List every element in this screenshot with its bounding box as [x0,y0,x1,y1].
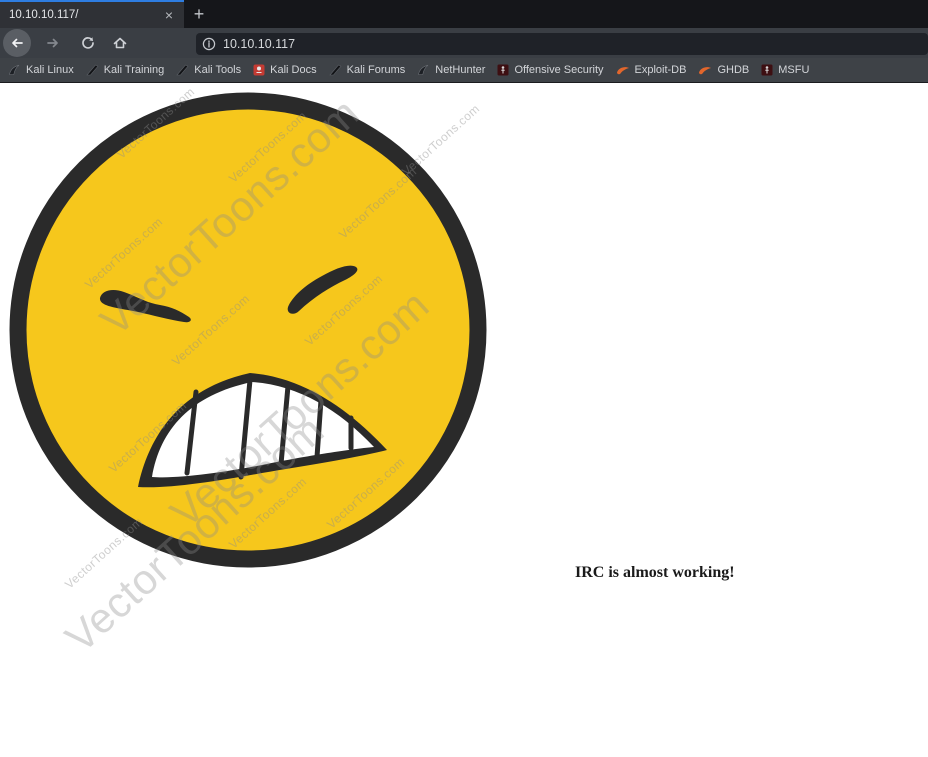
bookmark-kali-forums[interactable]: Kali Forums [323,58,412,82]
url-bar[interactable]: 10.10.10.117 [196,33,928,55]
bookmark-label: NetHunter [435,64,485,76]
bookmark-label: MSFU [778,64,809,76]
bookmarks-toolbar: Kali Linux Kali Training Kali Tools Kali… [0,58,928,83]
bookmark-offensive-security[interactable]: Offensive Security [491,58,609,82]
bookmark-label: Exploit-DB [635,64,687,76]
kali-dragon-icon [417,64,430,76]
bookmark-exploit-db[interactable]: Exploit-DB [610,58,693,82]
web-page-content: VectorToons.com VectorToons.com VectorTo… [0,84,928,757]
back-arrow-icon [9,35,25,51]
bookmark-msfu[interactable]: MSFU [755,58,815,82]
site-info-icon[interactable] [202,37,216,51]
home-button[interactable] [112,35,128,51]
url-text: 10.10.10.117 [223,37,295,51]
bookmark-label: Kali Linux [26,64,74,76]
forward-arrow-icon [45,35,61,51]
back-button[interactable] [3,29,31,57]
kali-dragon-icon [8,64,21,76]
bookmark-kali-training[interactable]: Kali Training [80,58,171,82]
angry-emoji-image: VectorToons.com VectorToons.com VectorTo… [0,85,565,583]
bookmark-ghdb[interactable]: GHDB [692,58,755,82]
bookmark-kali-docs[interactable]: Kali Docs [247,58,322,82]
blade-icon [86,64,99,76]
red-docs-icon [253,64,265,76]
browser-tab[interactable]: 10.10.10.117/ × [0,0,184,28]
exploitdb-icon [698,64,712,76]
new-tab-button[interactable]: + [184,0,214,28]
bookmark-label: Kali Docs [270,64,316,76]
angry-face-graphic [0,85,565,583]
bookmark-label: Kali Tools [194,64,241,76]
bookmark-label: Kali Training [104,64,165,76]
home-icon [112,35,128,51]
offsec-icon [497,64,509,76]
page-message: IRC is almost working! [575,564,735,582]
bookmark-kali-linux[interactable]: Kali Linux [2,58,80,82]
navigation-toolbar: 10.10.10.117 [0,28,928,58]
bookmark-label: Offensive Security [514,64,603,76]
exploitdb-icon [616,64,630,76]
blade-icon [176,64,189,76]
bookmark-label: Kali Forums [347,64,406,76]
bookmark-label: GHDB [717,64,749,76]
blade-icon [329,64,342,76]
offsec-icon [761,64,773,76]
tab-close-icon[interactable]: × [163,8,175,22]
bookmark-kali-tools[interactable]: Kali Tools [170,58,247,82]
tab-bar: 10.10.10.117/ × + [0,0,928,28]
bookmark-nethunter[interactable]: NetHunter [411,58,491,82]
reload-button[interactable] [80,35,96,51]
forward-button[interactable] [45,35,61,51]
emoji-head [18,101,478,559]
tab-title: 10.10.10.117/ [9,9,163,21]
reload-icon [80,35,96,51]
